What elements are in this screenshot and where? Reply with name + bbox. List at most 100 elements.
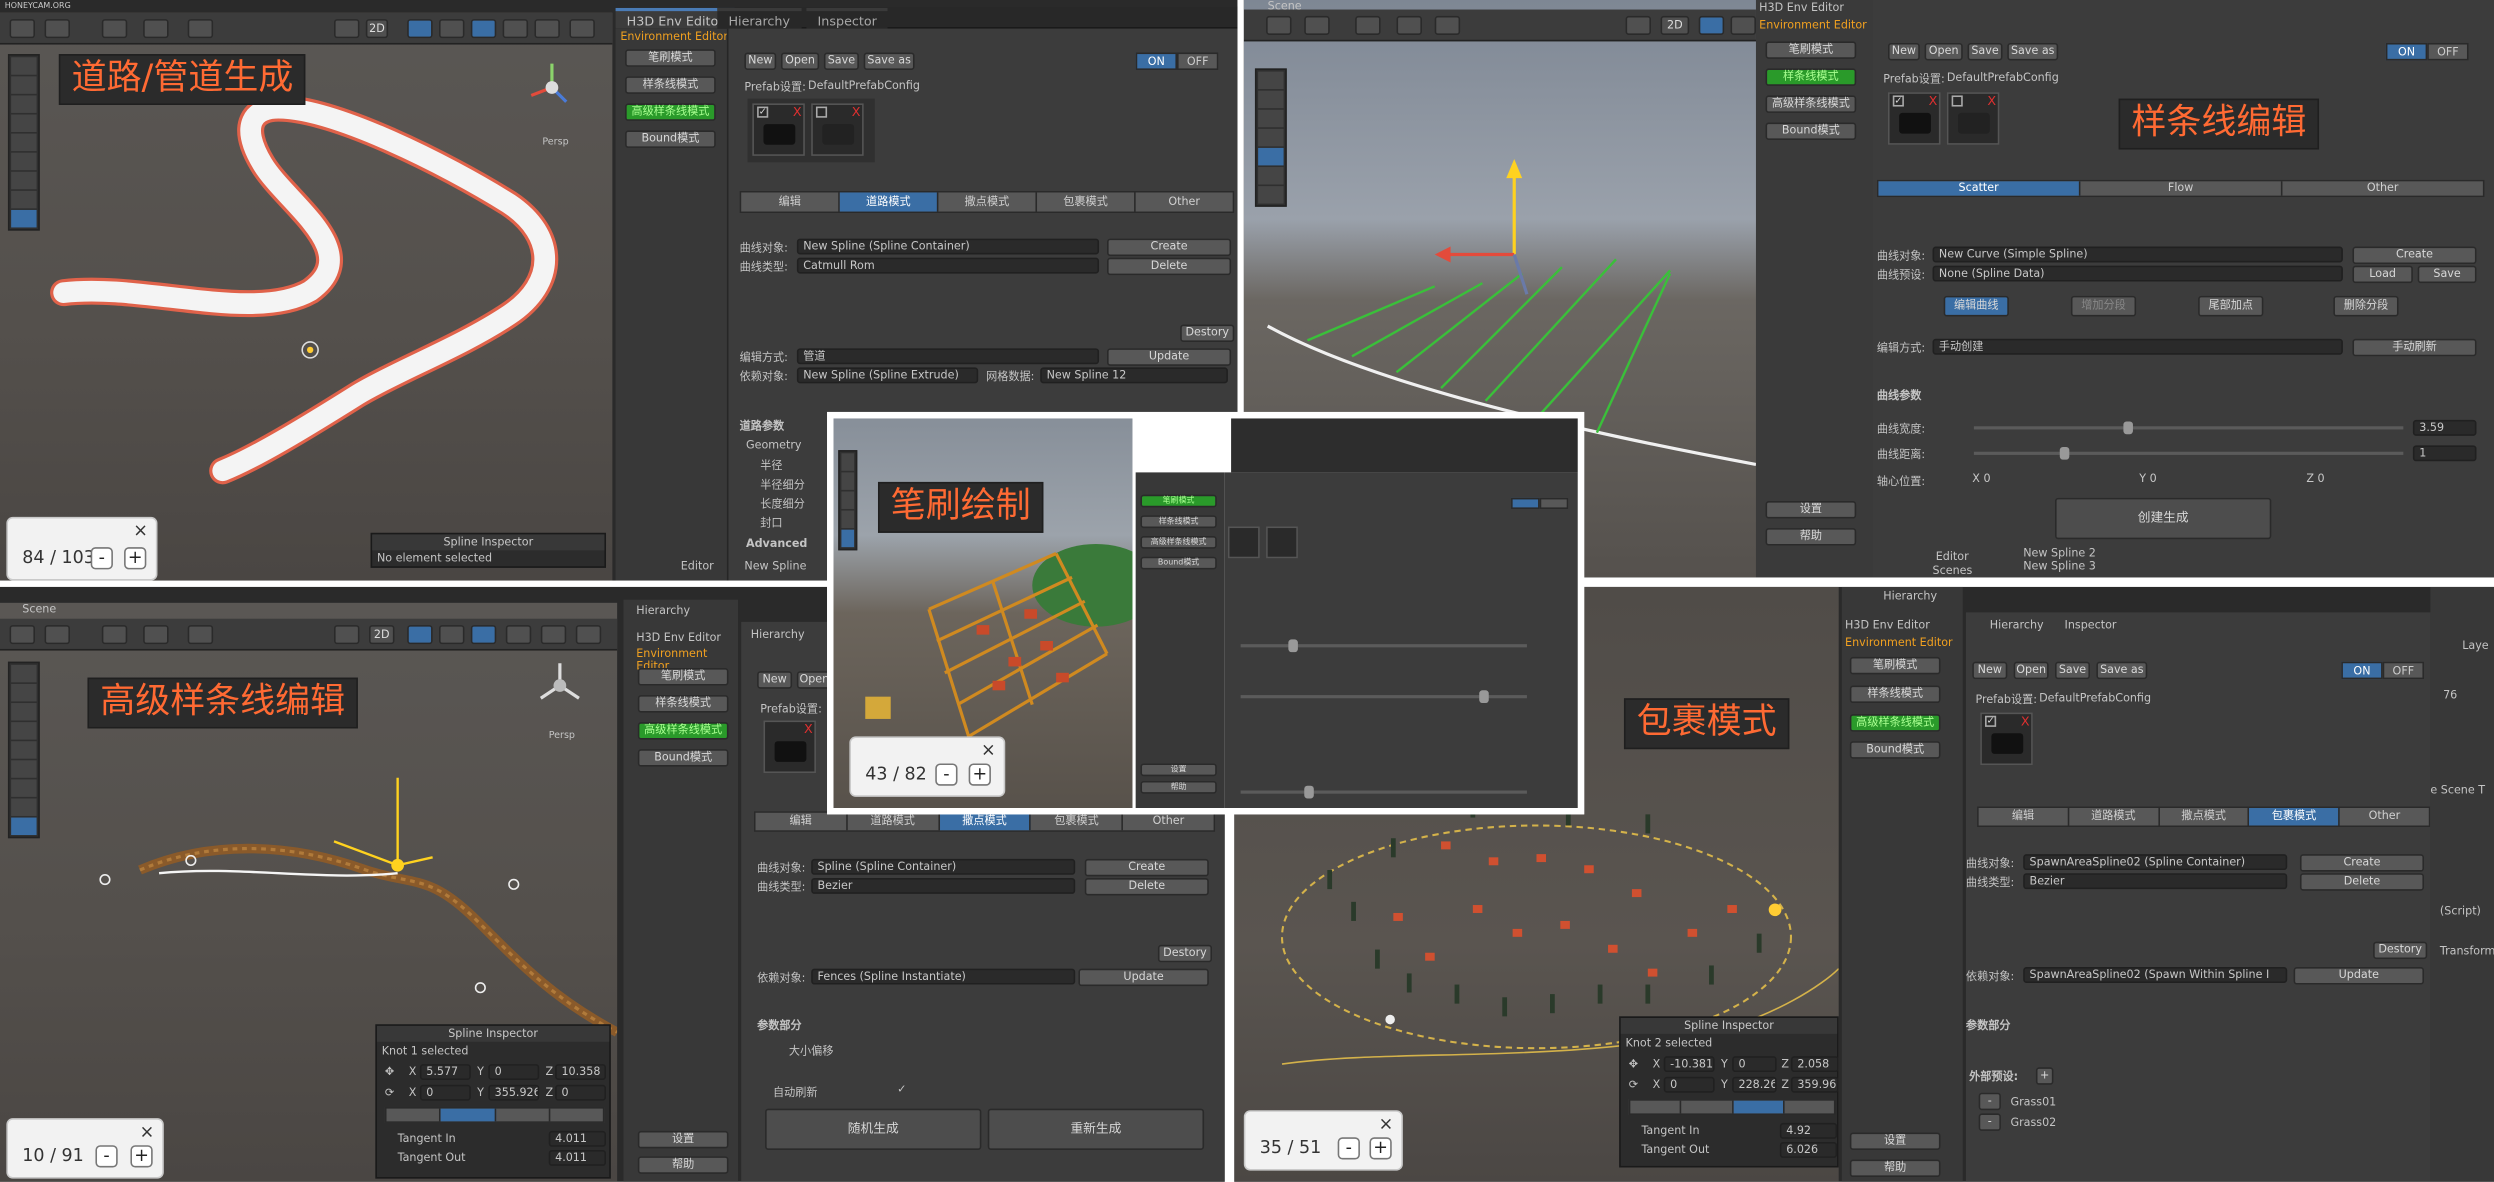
editor-folder[interactable]: Editor (1936, 550, 1969, 563)
close-icon[interactable]: × (133, 520, 148, 541)
pos-x[interactable]: 5.577 (419, 1064, 471, 1080)
add-segment-button[interactable]: 增加分段 (2070, 295, 2137, 317)
remove-grass2-button[interactable]: - (1978, 1113, 2001, 1131)
delete-segment-button[interactable]: 删除分段 (2333, 295, 2399, 317)
new-spline-2-item[interactable]: New Spline 2 (2023, 547, 2096, 560)
prefab-thumb-2[interactable] (1266, 526, 1298, 559)
close-icon[interactable]: × (1379, 1113, 1394, 1134)
settings-button[interactable]: 设置 (1765, 501, 1857, 519)
tab-edit[interactable]: 编辑 (741, 192, 840, 212)
mode-tabs[interactable]: Scatter Flow Other (1876, 179, 2485, 198)
delete-button[interactable]: Delete (1107, 257, 1232, 276)
destory-button[interactable]: Destory (1157, 944, 1213, 963)
open-button[interactable]: Open (1924, 42, 1963, 61)
tab-flow[interactable]: Flow (2080, 181, 2283, 196)
destory-button[interactable]: Destory (2373, 941, 2428, 960)
tool-palette[interactable] (838, 450, 858, 551)
mode-bound-button[interactable]: Bound模式 (625, 130, 716, 148)
mesh-field[interactable]: New Spline 12 (1040, 367, 1228, 384)
prefab-thumb-1[interactable]: ✓ X (1887, 92, 1941, 145)
curve-type-select[interactable]: Bezier (2023, 873, 2288, 890)
help-button[interactable]: 帮助 (1765, 528, 1857, 546)
axis-gizmo-icon[interactable] (533, 658, 581, 706)
rot-y[interactable]: 228.266 (1732, 1076, 1777, 1093)
curve-obj-field[interactable]: New Spline (Spline Container) (796, 238, 1100, 255)
on-button[interactable]: ON (2385, 42, 2428, 61)
pos-y[interactable]: 0 (488, 1064, 540, 1080)
save-button[interactable]: Save (1967, 42, 2003, 61)
tab-road[interactable]: 道路模式 (839, 192, 939, 212)
help-button[interactable]: 帮助 (1140, 780, 1217, 794)
rot-z[interactable]: 0 (555, 1084, 607, 1101)
prefab-thumb-1[interactable]: ✓ X (1980, 712, 2033, 766)
curve-type-select[interactable]: Catmull Rom (796, 257, 1100, 274)
close-icon[interactable]: × (981, 740, 996, 761)
mode-spline-button[interactable]: 样条线模式 (1765, 68, 1857, 86)
dist-slider[interactable] (1973, 446, 2404, 460)
delete-button[interactable]: Delete (1084, 877, 1209, 896)
brush-slider-3[interactable] (1240, 785, 1527, 799)
tangent-out-field[interactable]: 6.026 (1779, 1142, 1838, 1158)
create-button[interactable]: Create (2352, 246, 2477, 265)
brush-slider-2[interactable] (1240, 690, 1527, 704)
edit-curve-button[interactable]: 编辑曲线 (1943, 295, 2009, 317)
help-button[interactable]: 帮助 (637, 1156, 729, 1174)
new-button[interactable]: New (1972, 661, 2008, 680)
open-button[interactable]: Open (2013, 661, 2049, 680)
scene-view[interactable]: 笔刷绘制 × 43 / 82 - + (833, 418, 1133, 809)
rot-y[interactable]: 355.926 (488, 1084, 540, 1101)
pos-y[interactable]: 0 (1732, 1056, 1777, 1073)
update-button[interactable]: Update (1107, 348, 1232, 366)
mode-spline-button[interactable]: 样条线模式 (637, 695, 729, 713)
next-button[interactable]: + (1369, 1137, 1392, 1160)
prev-button[interactable]: - (95, 1145, 118, 1168)
submode-tabs[interactable]: 编辑 道路模式 撒点模式 包裹模式 Other (739, 190, 1235, 214)
prefab-thumb-1[interactable]: X (763, 720, 816, 774)
edit-mode-select[interactable]: 手动创建 (1932, 338, 2343, 355)
width-slider[interactable] (1973, 421, 2404, 435)
new-spline-3-item[interactable]: New Spline 3 (2023, 560, 2096, 573)
axis-z[interactable]: Z 0 (2302, 472, 2461, 488)
mode-brush-button[interactable]: 笔刷模式 (1849, 656, 1941, 675)
next-button[interactable]: + (968, 763, 991, 786)
off-button[interactable]: OFF (2427, 42, 2469, 61)
mode-bound-button[interactable]: Bound模式 (1765, 122, 1857, 140)
tab-scatter[interactable]: Scatter (1878, 181, 2081, 196)
mode-brush-button[interactable]: 笔刷模式 (637, 668, 729, 686)
rot-x[interactable]: 0 (419, 1084, 471, 1101)
mode-brush-button[interactable]: 笔刷模式 (1765, 41, 1857, 59)
tab-road[interactable]: 道路模式 (2069, 808, 2160, 826)
submode-tabs[interactable]: 编辑 道路模式 撒点模式 包裹模式 Other (1977, 806, 2431, 828)
tab-inspector[interactable]: Inspector (2065, 619, 2117, 632)
tab-edit[interactable]: 编辑 (756, 812, 848, 831)
tangent-in-field[interactable]: 4.92 (1779, 1122, 1838, 1139)
mode-spline-button[interactable]: 样条线模式 (1140, 515, 1217, 529)
editor-folder[interactable]: Editor (681, 560, 714, 573)
tab-road[interactable]: 道路模式 (847, 812, 940, 831)
prev-button[interactable]: - (90, 547, 113, 570)
prefab-thumb-1[interactable] (1227, 526, 1260, 559)
pos-x[interactable]: -10.381 (1663, 1056, 1715, 1073)
new-button[interactable]: New (744, 52, 777, 70)
rot-x[interactable]: 0 (1663, 1076, 1715, 1093)
tab-hierarchy[interactable]: Hierarchy (636, 604, 690, 617)
scenes-folder[interactable]: Scenes (1933, 565, 1973, 578)
new-button[interactable]: New (1887, 42, 1920, 61)
tangent-mode[interactable] (384, 1107, 605, 1123)
tangent-in-field[interactable]: 4.011 (548, 1130, 607, 1147)
off-button[interactable]: OFF (2382, 661, 2425, 680)
open-button[interactable]: Open (780, 52, 820, 70)
settings-button[interactable]: 设置 (637, 1130, 729, 1149)
tab-hierarchy-2[interactable]: Hierarchy (751, 628, 805, 641)
prefab-thumb-2[interactable]: X (811, 103, 864, 156)
save-button[interactable]: Save (823, 52, 859, 70)
tab-scatter[interactable]: 撒点模式 (939, 812, 1032, 831)
prefab-thumb-2[interactable]: X (1946, 92, 2000, 145)
help-button[interactable]: 帮助 (1849, 1159, 1941, 1178)
regen-button[interactable]: 重新生成 (987, 1108, 1205, 1150)
curve-type-select[interactable]: Bezier (811, 877, 1076, 894)
axis-y[interactable]: Y 0 (2135, 472, 2294, 488)
manual-refresh-button[interactable]: 手动刷新 (2352, 338, 2477, 357)
create-generate-button[interactable]: 创建生成 (2055, 497, 2272, 540)
create-button[interactable]: Create (1107, 238, 1232, 257)
